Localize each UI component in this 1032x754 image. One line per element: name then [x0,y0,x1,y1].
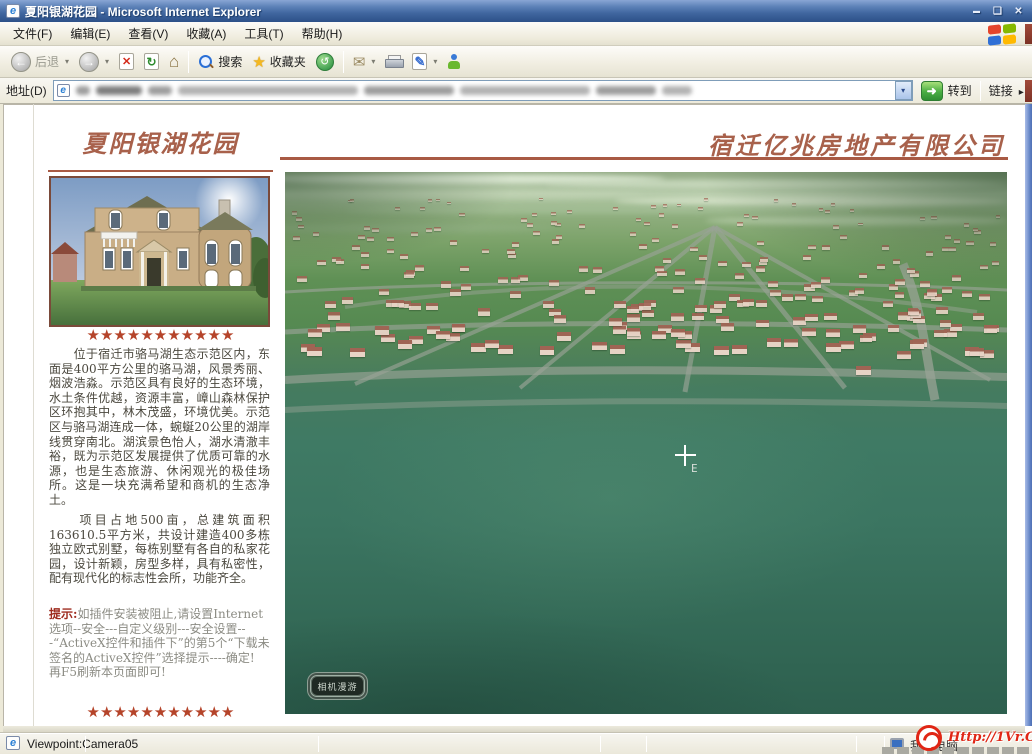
viewer-mode-button[interactable]: 相机漫游 [310,675,365,697]
messenger-icon [447,54,461,70]
villa-photo [49,176,270,327]
edit-icon: ✎ [412,53,427,70]
address-dropdown-icon[interactable] [895,81,912,100]
back-icon: ← [11,52,31,72]
standard-buttons-toolbar: ← 后退 → ✕ ↻ ⌂ 搜索 ★ 收藏夹 ↺ ✉ [0,46,1032,78]
scene-vignette [285,172,1007,714]
search-label: 搜索 [218,53,242,70]
edge-strip-top [1025,24,1032,44]
ie-logo-icon: e [6,4,20,18]
home-button[interactable]: ⌂ [164,50,184,73]
star-divider-bottom: ★★★★★★★★★★★ [48,703,273,721]
3d-viewport[interactable]: E 相机漫游 [285,172,1007,714]
watermark-clipped-text [882,747,1029,754]
menu-favorites[interactable]: 收藏(A) [177,22,235,45]
address-bar: 地址(D) e 转到 链接 [0,78,1032,104]
menu-tools[interactable]: 工具(T) [235,22,292,45]
title-bar: e 夏阳银湖花园 - Microsoft Internet Explorer [0,0,1032,22]
print-icon [385,55,402,69]
back-button[interactable]: ← 后退 [6,49,74,75]
project-paragraph: 项目占地500亩，总建筑面积163610.5平方米，共设计建造400多栋独立欧式… [49,513,270,586]
windows-logo-icon [988,23,1018,45]
page-content: 夏阳银湖花园 宿迁亿兆房地产有限公司 [0,104,1032,732]
menu-bar: 文件(F) 编辑(E) 查看(V) 收藏(A) 工具(T) 帮助(H) [0,22,1032,46]
refresh-button[interactable]: ↻ [139,50,164,73]
toolbar-separator [188,51,189,73]
stop-icon: ✕ [119,53,134,70]
browser-window: e 夏阳银湖花园 - Microsoft Internet Explorer 文… [0,0,1032,754]
star-divider-top: ★★★★★★★★★★★ [48,326,273,344]
favorites-button[interactable]: ★ 收藏夹 [247,50,310,74]
left-rule [48,170,273,172]
forward-button[interactable]: → [74,49,114,75]
page-left-divider [33,104,34,726]
viewpoint-status: Viewpoint:Camera05 [27,737,138,751]
home-icon: ⌂ [169,53,179,70]
menu-view[interactable]: 查看(V) [119,22,177,45]
menu-edit[interactable]: 编辑(E) [61,22,119,45]
maximize-icon[interactable] [990,4,1005,18]
addressbar-separator [980,81,981,101]
links-label[interactable]: 链接 [989,82,1024,99]
company-name: 宿迁亿兆房地产有限公司 [430,126,1005,161]
address-label: 地址(D) [6,82,47,99]
right-rule [280,157,1008,160]
window-title: 夏阳银湖花园 - Microsoft Internet Explorer [25,3,261,20]
forward-icon: → [79,52,99,72]
history-icon: ↺ [316,53,334,71]
minimize-icon[interactable] [969,4,984,18]
status-page-icon: e [6,736,20,750]
address-input[interactable]: e [53,80,913,101]
blurred-url [70,86,895,95]
plugin-tip: 提示:如插件安装被阻止,请设置Internet选项--安全---自定义级别---… [49,607,273,680]
favorites-star-icon: ★ [252,53,265,71]
menu-file[interactable]: 文件(F) [4,22,61,45]
cursor-mode-label: E [691,462,698,475]
page-icon: e [57,84,70,97]
edit-button[interactable]: ✎ [407,50,442,73]
search-button[interactable]: 搜索 [193,50,247,73]
intro-paragraph: 位于宿迁市骆马湖生态示范区内，东面是400平方公里的骆马湖，风景秀丽、烟波浩淼。… [49,347,270,508]
history-button[interactable]: ↺ [311,50,339,74]
edge-strip-address [1025,80,1032,102]
mail-icon: ✉ [353,53,366,71]
go-icon[interactable] [921,81,943,101]
toolbar-separator [343,51,344,73]
status-bar: e Viewpoint:Camera05 我的电脑 [0,732,1032,754]
back-label: 后退 [35,53,59,70]
refresh-icon: ↻ [144,53,159,70]
stop-button[interactable]: ✕ [114,50,139,73]
close-icon[interactable] [1011,4,1026,18]
page-scrollbar[interactable] [1025,104,1032,726]
favorites-label: 收藏夹 [270,53,306,70]
search-icon [198,54,214,70]
go-label[interactable]: 转到 [948,82,972,99]
tip-text-2: 再F5刷新本页面即可! [49,665,166,679]
site-title: 夏阳银湖花园 [48,124,273,159]
mail-button[interactable]: ✉ [348,50,381,74]
tip-text: 如插件安装被阻止,请设置Internet选项--安全---自定义级别---安全设… [49,607,270,665]
menu-help[interactable]: 帮助(H) [293,22,352,45]
tip-label: 提示: [49,607,77,621]
print-button[interactable] [380,52,407,72]
watermark-logo-icon [916,725,942,751]
watermark-url: Http://1Vr.Cn [948,730,1032,745]
messenger-button[interactable] [442,51,466,73]
